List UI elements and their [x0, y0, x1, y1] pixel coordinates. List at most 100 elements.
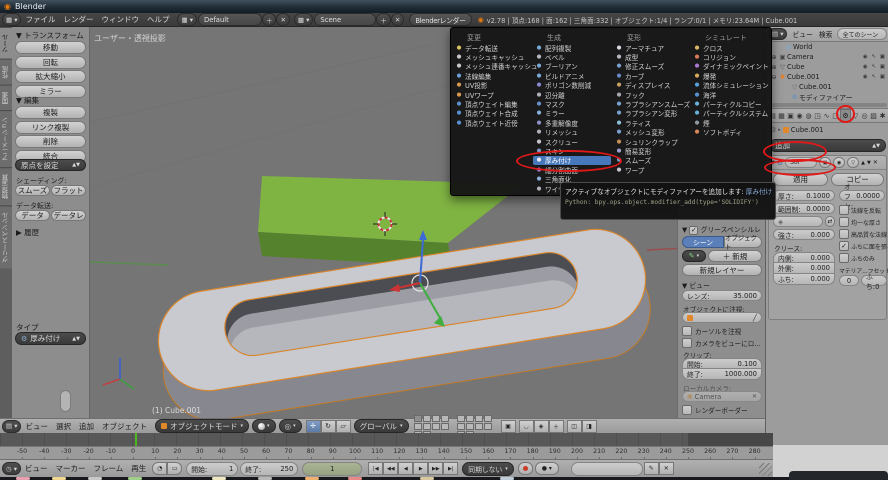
menu-item[interactable]: ●ポリゴン数削減	[533, 81, 611, 90]
menu-item[interactable]: ●煙	[691, 118, 771, 127]
modifier-name-field[interactable]: Sol	[785, 157, 817, 168]
check-row[interactable]: 法線を反転	[839, 204, 887, 216]
lock-icon[interactable]: ▣	[501, 420, 516, 433]
vp-menu-view[interactable]: ビュー	[21, 421, 52, 432]
checkbox[interactable]	[839, 217, 849, 227]
tool-tab[interactable]: 作成	[0, 59, 12, 85]
outliner-scope-select[interactable]: 全てのシーン	[837, 28, 887, 40]
tl-menu-frame[interactable]: フレーム	[90, 463, 128, 474]
layout-close-button[interactable]: ✕	[276, 13, 289, 26]
transfer-data-button[interactable]: データ	[15, 210, 50, 221]
outliner-row[interactable]: ⊖ ▼ Cube.001 ◉ ↖ ▣	[766, 72, 888, 82]
gp-scene-button[interactable]: シーン	[682, 236, 724, 248]
checkbox[interactable]	[839, 205, 849, 215]
menu-item[interactable]: ●アーマチュア	[613, 43, 691, 52]
menu-item[interactable]: ●カーブ	[613, 71, 691, 80]
current-frame-line[interactable]	[135, 433, 137, 446]
tool-tab[interactable]: グリースペンシル	[0, 205, 12, 268]
strength-field[interactable]: 強さ:0.000	[773, 229, 835, 240]
menu-item[interactable]: ●厚み付け	[533, 156, 611, 165]
vertex-group-field[interactable]: ◈	[773, 216, 823, 227]
lock-cursor-row[interactable]: カーソルを注視	[682, 326, 741, 336]
properties-tab-icon[interactable]: ▢	[831, 110, 840, 122]
menu-item[interactable]: ●法線編集	[453, 71, 531, 80]
properties-tab-icon[interactable]: ◉	[795, 110, 804, 122]
visibility-toggles[interactable]: ◉ ↖ ▣	[863, 54, 888, 60]
manipulator-scale-button[interactable]: ▱	[336, 420, 351, 433]
properties-tab-icon[interactable]: ∿	[822, 110, 831, 122]
checkbox[interactable]	[839, 253, 849, 263]
gp-new-button[interactable]: ＋新規	[708, 250, 762, 262]
material-rim-field[interactable]: ふち:0	[861, 275, 887, 286]
menu-item[interactable]: ●ワープ	[613, 165, 691, 174]
lock-camera-row[interactable]: カメラをビューにロ...	[682, 338, 761, 348]
playback-button[interactable]: ◀	[398, 462, 413, 475]
move-up-icon[interactable]: ▲	[861, 160, 865, 166]
orientation-dropdown[interactable]: グローバル▾	[354, 419, 409, 433]
properties-tab-icon[interactable]: ◳	[813, 110, 822, 122]
playback-button[interactable]: ◀◀	[383, 462, 398, 475]
move-down-icon[interactable]: ▼	[867, 160, 871, 166]
menu-item[interactable]: ●クロス	[691, 43, 771, 52]
manipulator-translate-button[interactable]: ✛	[306, 420, 321, 433]
properties-tab-icon[interactable]: ▦	[777, 110, 786, 122]
lock-camera-checkbox[interactable]	[682, 338, 692, 348]
menu-item[interactable]: ●リメッシュ	[533, 128, 611, 137]
timeline-ruler[interactable]: -50-40-30-20-100102030405060708090100110…	[0, 446, 773, 459]
lock-object-field[interactable]: ╱	[682, 312, 762, 323]
keying-set-dropdown[interactable]: ● ▾	[535, 462, 559, 475]
snap-element-dropdown[interactable]: ◈	[534, 420, 549, 433]
clamp-field[interactable]: 範囲制:0.0000	[773, 203, 835, 214]
menu-item[interactable]: ●ディスプレイス	[613, 81, 691, 90]
properties-tab-icon[interactable]: ◍	[804, 110, 813, 122]
scene-close-button[interactable]: ✕	[391, 13, 404, 26]
gp-pen-dropdown[interactable]: ✎▾	[682, 250, 706, 262]
outliner-menu-search[interactable]: 検索	[816, 29, 836, 39]
set-origin-button[interactable]: 原点を設定▲▼	[15, 159, 86, 171]
menu-item[interactable]: ●ラプラシアン変形	[613, 109, 691, 118]
title-bar[interactable]: ◉ Blender	[0, 0, 888, 13]
menu-item[interactable]: ●メッシュ連番キャッシュ	[453, 62, 531, 71]
snap-target-dropdown[interactable]: ＋	[549, 420, 564, 433]
edit-toggle-icon[interactable]: ▽	[847, 157, 859, 168]
menu-item[interactable]: ●スキン	[533, 146, 611, 155]
transform-section-header[interactable]: ▼ トランスフォーム	[16, 30, 84, 41]
check-row[interactable]: ふちのみ	[839, 252, 887, 264]
clear-icon[interactable]: ✕	[752, 393, 757, 400]
preview-range-icon[interactable]: ◔	[152, 462, 167, 475]
invert-vgroup-button[interactable]: ⇄	[825, 216, 835, 227]
menu-item[interactable]: ●ダイナミックペイント	[691, 62, 771, 71]
checkbox[interactable]	[839, 229, 849, 239]
current-frame-field[interactable]: 1	[302, 462, 362, 476]
menu-item[interactable]: ●メッシュ変形	[613, 128, 691, 137]
clip-end-field[interactable]: 終了:1000.000	[682, 369, 762, 380]
menu-item[interactable]: ●修正スムーズ	[613, 62, 691, 71]
properties-tab-icon[interactable]: ◎	[860, 110, 869, 122]
properties-tab-icon[interactable]: ✱	[878, 110, 887, 122]
visibility-toggles[interactable]: ◉ ↖ ▣	[863, 74, 888, 80]
shade-smooth-button[interactable]: スムーズ	[15, 185, 50, 196]
autokey-record-button[interactable]	[518, 462, 533, 475]
outliner-row[interactable]: ⚙ モディファイアー	[766, 92, 888, 102]
menu-item[interactable]: ●スムーズ	[613, 156, 691, 165]
crease-inner-field[interactable]: 内側:0.000	[773, 252, 835, 263]
layout-add-button[interactable]: ＋	[262, 13, 277, 26]
material-offset-field[interactable]: 0	[839, 275, 859, 286]
menu-item[interactable]: ●流体シミュレーション	[691, 81, 771, 90]
checkbox[interactable]: ✓	[839, 241, 849, 251]
tool-button[interactable]: リンク複製	[15, 121, 86, 134]
menu-item[interactable]: ●メッシュキャッシュ	[453, 52, 531, 61]
properties-tab-icon[interactable]: ▣	[786, 110, 795, 122]
render-engine-select[interactable]: Blenderレンダー	[409, 13, 471, 26]
frame-end-field[interactable]: 終了:250	[240, 462, 298, 476]
eyedropper-icon[interactable]: ╱	[753, 314, 757, 322]
menu-item[interactable]: ●細分割曲面	[533, 165, 611, 174]
thickness-field[interactable]: 厚さ:0.1000	[773, 190, 835, 201]
menu-render[interactable]: レンダー	[59, 14, 97, 25]
menu-help[interactable]: ヘルプ	[143, 14, 174, 25]
menu-item[interactable]: ●ソフトボディ	[691, 128, 771, 137]
tl-menu-marker[interactable]: マーカー	[52, 463, 90, 474]
tool-tab[interactable]: 物理演算	[0, 167, 12, 205]
properties-tab-icon[interactable]: ⚙	[840, 109, 851, 122]
snap-magnet-icon[interactable]: ◡	[519, 420, 534, 433]
